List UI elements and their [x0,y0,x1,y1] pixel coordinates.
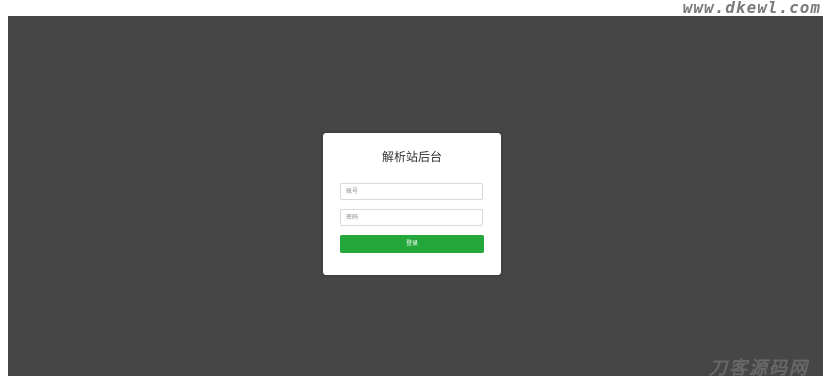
page-background: 解析站后台 登录 刀客源码网 [8,16,823,379]
account-input[interactable] [340,183,483,200]
login-title: 解析站后台 [381,150,442,164]
password-input[interactable] [340,209,483,226]
top-strip: www.dkewl.com [0,0,831,17]
bottom-watermark: 刀客源码网 [709,358,809,379]
login-button[interactable]: 登录 [340,235,484,253]
site-watermark: www.dkewl.com [682,0,821,17]
login-card: 解析站后台 登录 [323,133,501,275]
